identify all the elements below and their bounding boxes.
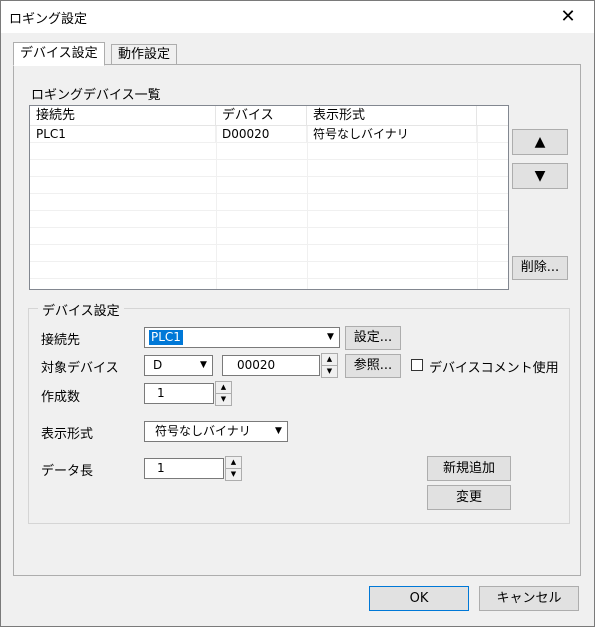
count-spinner[interactable]: ▲ ▼ [215,381,232,406]
move-down-button[interactable]: ▼ [512,163,568,189]
display-format-label: 表示形式 [41,427,94,442]
connection-label: 接続先 [41,333,81,348]
data-length-label: データ長 [41,464,94,479]
empty-row [30,211,508,228]
column-header-connection[interactable]: 接続先 [30,106,216,125]
empty-row [30,262,508,279]
column-divider [307,126,308,289]
list-header: 接続先 デバイス 表示形式 [30,106,508,126]
connection-dropdown[interactable]: PLC1 ▼ [144,327,340,348]
spin-down-icon[interactable]: ▼ [226,469,241,480]
count-value: 1 [157,386,165,400]
table-row[interactable]: PLC1 D00020 符号なしバイナリ [30,126,508,143]
connection-value: PLC1 [149,330,183,345]
row-connection: PLC1 [30,126,216,142]
display-format-value: 符号なしバイナリ [155,424,251,438]
device-type-dropdown[interactable]: D ▼ [144,355,213,376]
device-list-title: ロギングデバイス一覧 [31,88,161,103]
spin-down-icon[interactable]: ▼ [322,366,337,377]
add-new-button[interactable]: 新規追加 [427,456,511,481]
empty-row [30,245,508,262]
empty-row [30,194,508,211]
data-length-spinner[interactable]: ▲ ▼ [225,456,242,481]
chevron-down-icon[interactable]: ▼ [195,356,212,375]
move-up-button[interactable]: ▲ [512,129,568,155]
empty-row [30,143,508,160]
device-number-spinner[interactable]: ▲ ▼ [321,353,338,378]
count-input[interactable]: 1 [144,383,214,404]
device-list[interactable]: 接続先 デバイス 表示形式 PLC1 D00020 符号なしバイナリ [29,105,509,290]
chevron-down-icon[interactable]: ▼ [270,422,287,441]
device-settings-group-title: デバイス設定 [38,300,124,319]
spin-up-icon[interactable]: ▲ [322,354,337,366]
column-header-format[interactable]: 表示形式 [307,106,477,125]
browse-button[interactable]: 参照... [345,354,401,378]
window-title: ロギング設定 [9,12,88,27]
empty-row [30,160,508,177]
device-comment-label: デバイスコメント使用 [429,361,559,376]
tab-operation-settings[interactable]: 動作設定 [111,44,178,66]
column-divider [216,126,217,289]
empty-row [30,177,508,194]
device-number-value: 00020 [237,358,276,372]
connection-settings-button[interactable]: 設定... [345,326,401,350]
change-button[interactable]: 変更 [427,485,511,510]
column-divider [477,126,478,289]
chevron-down-icon[interactable]: ▼ [322,328,339,347]
cancel-button[interactable]: キャンセル [479,586,579,611]
spin-up-icon[interactable]: ▲ [216,382,231,394]
device-type-value: D [153,358,163,372]
device-comment-checkbox[interactable] [411,359,423,371]
spin-down-icon[interactable]: ▼ [216,394,231,405]
row-format: 符号なしバイナリ [307,126,477,142]
ok-button[interactable]: OK [369,586,469,611]
column-header-empty [477,106,508,125]
count-label: 作成数 [41,390,81,405]
display-format-dropdown[interactable]: 符号なしバイナリ ▼ [144,421,288,442]
title-bar: ロギング設定 ✕ [1,1,594,33]
tab-device-settings[interactable]: デバイス設定 [13,42,105,66]
empty-row [30,228,508,245]
spin-up-icon[interactable]: ▲ [226,457,241,469]
device-number-input[interactable]: 00020 [222,355,320,376]
data-length-value: 1 [157,461,165,475]
target-device-label: 対象デバイス [41,361,119,376]
close-icon[interactable]: ✕ [548,3,588,31]
logging-settings-dialog: ロギング設定 ✕ デバイス設定 動作設定 ロギングデバイス一覧 接続先 デバイス… [0,0,595,627]
delete-button[interactable]: 削除... [512,256,568,280]
column-header-device[interactable]: デバイス [216,106,307,125]
row-device: D00020 [216,126,307,142]
data-length-input[interactable]: 1 [144,458,224,479]
